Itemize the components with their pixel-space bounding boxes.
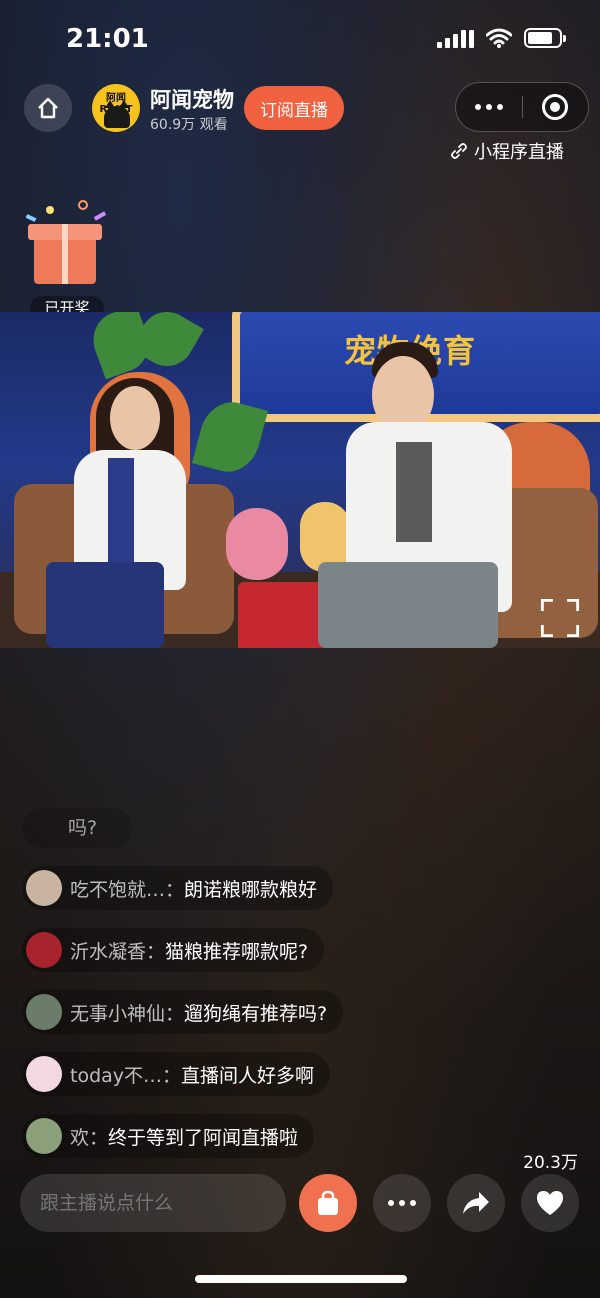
status-time: 21:01 [66, 24, 149, 54]
close-mini-program-button[interactable] [523, 94, 589, 120]
chat-username[interactable]: today不… [70, 1061, 162, 1088]
chat-message[interactable]: 沂水凝香：猫粮推荐哪款呢? [22, 928, 325, 972]
chat-message[interactable]: 无事小神仙：遛狗绳有推荐吗? [22, 990, 344, 1034]
chat-username[interactable]: 无事小神仙 [70, 999, 165, 1026]
chat-text: 直播间人好多啊 [181, 1064, 315, 1087]
chat-username[interactable]: 沂水凝香 [70, 937, 146, 964]
lottery-gift[interactable]: 已开奖 [20, 200, 114, 320]
chat-user-avatar [26, 994, 62, 1030]
more-dot-icon [388, 1200, 394, 1206]
fullscreen-icon[interactable] [540, 598, 580, 638]
chat-text: 遛狗绳有推荐吗? [184, 1002, 328, 1025]
chat-text: 猫粮推荐哪款呢? [165, 940, 309, 963]
chat-separator: ： [165, 1002, 185, 1025]
heart-icon [537, 1191, 563, 1215]
chat-text: 朗诺粮哪款粮好 [184, 878, 318, 901]
shop-button[interactable] [299, 1174, 357, 1232]
like-button[interactable] [521, 1174, 579, 1232]
home-indicator[interactable] [195, 1275, 407, 1283]
host-name[interactable]: 阿闻宠物 [150, 84, 234, 114]
host-avatar[interactable]: 阿闻 R·VET [92, 84, 140, 132]
home-button[interactable] [24, 84, 72, 132]
chat-user-avatar [26, 1056, 62, 1092]
chat-separator: ： [89, 1126, 109, 1149]
chat-message[interactable]: today不…：直播间人好多啊 [22, 1052, 331, 1096]
status-icons [437, 28, 566, 48]
home-icon [38, 97, 58, 119]
chat-message-faded: 吗? [22, 808, 132, 848]
share-button[interactable] [447, 1174, 505, 1232]
chat-username[interactable]: 欢 [70, 1123, 89, 1150]
chat-user-avatar [26, 1118, 62, 1154]
chat-message[interactable]: 吃不饱就…：朗诺粮哪款粮好 [22, 866, 334, 910]
chat-user-avatar [26, 932, 62, 968]
subscribe-button[interactable]: 订阅直播 [244, 86, 344, 130]
cat-logo-icon [104, 100, 130, 128]
mini-program-capsule [455, 82, 589, 132]
mini-program-live-label: 小程序直播 [450, 138, 564, 164]
comment-input[interactable] [20, 1174, 286, 1232]
chat-separator: ： [162, 1064, 182, 1087]
live-video[interactable]: 宠物绝育 [0, 312, 600, 648]
share-arrow-icon [463, 1192, 489, 1214]
more-menu-icon[interactable] [456, 104, 522, 110]
viewer-count: 60.9万 观看 [150, 117, 228, 133]
link-icon [451, 143, 467, 159]
chat-separator: ： [165, 878, 185, 901]
signal-icon [437, 28, 474, 48]
chat-message[interactable]: 欢：终于等到了阿闻直播啦 [22, 1114, 315, 1158]
more-options-button[interactable] [373, 1174, 431, 1232]
chat-user-avatar [26, 870, 62, 906]
mini-program-label-text: 小程序直播 [474, 142, 564, 163]
chat-text: 终于等到了阿闻直播啦 [108, 1126, 299, 1149]
close-circle-icon [542, 94, 569, 120]
chat-separator: ： [146, 940, 166, 963]
like-count: 20.3万 [523, 1153, 578, 1173]
battery-icon [524, 28, 566, 48]
wifi-icon [486, 28, 512, 48]
shopping-bag-icon [318, 1190, 338, 1215]
chat-username[interactable]: 吃不饱就… [70, 875, 165, 902]
